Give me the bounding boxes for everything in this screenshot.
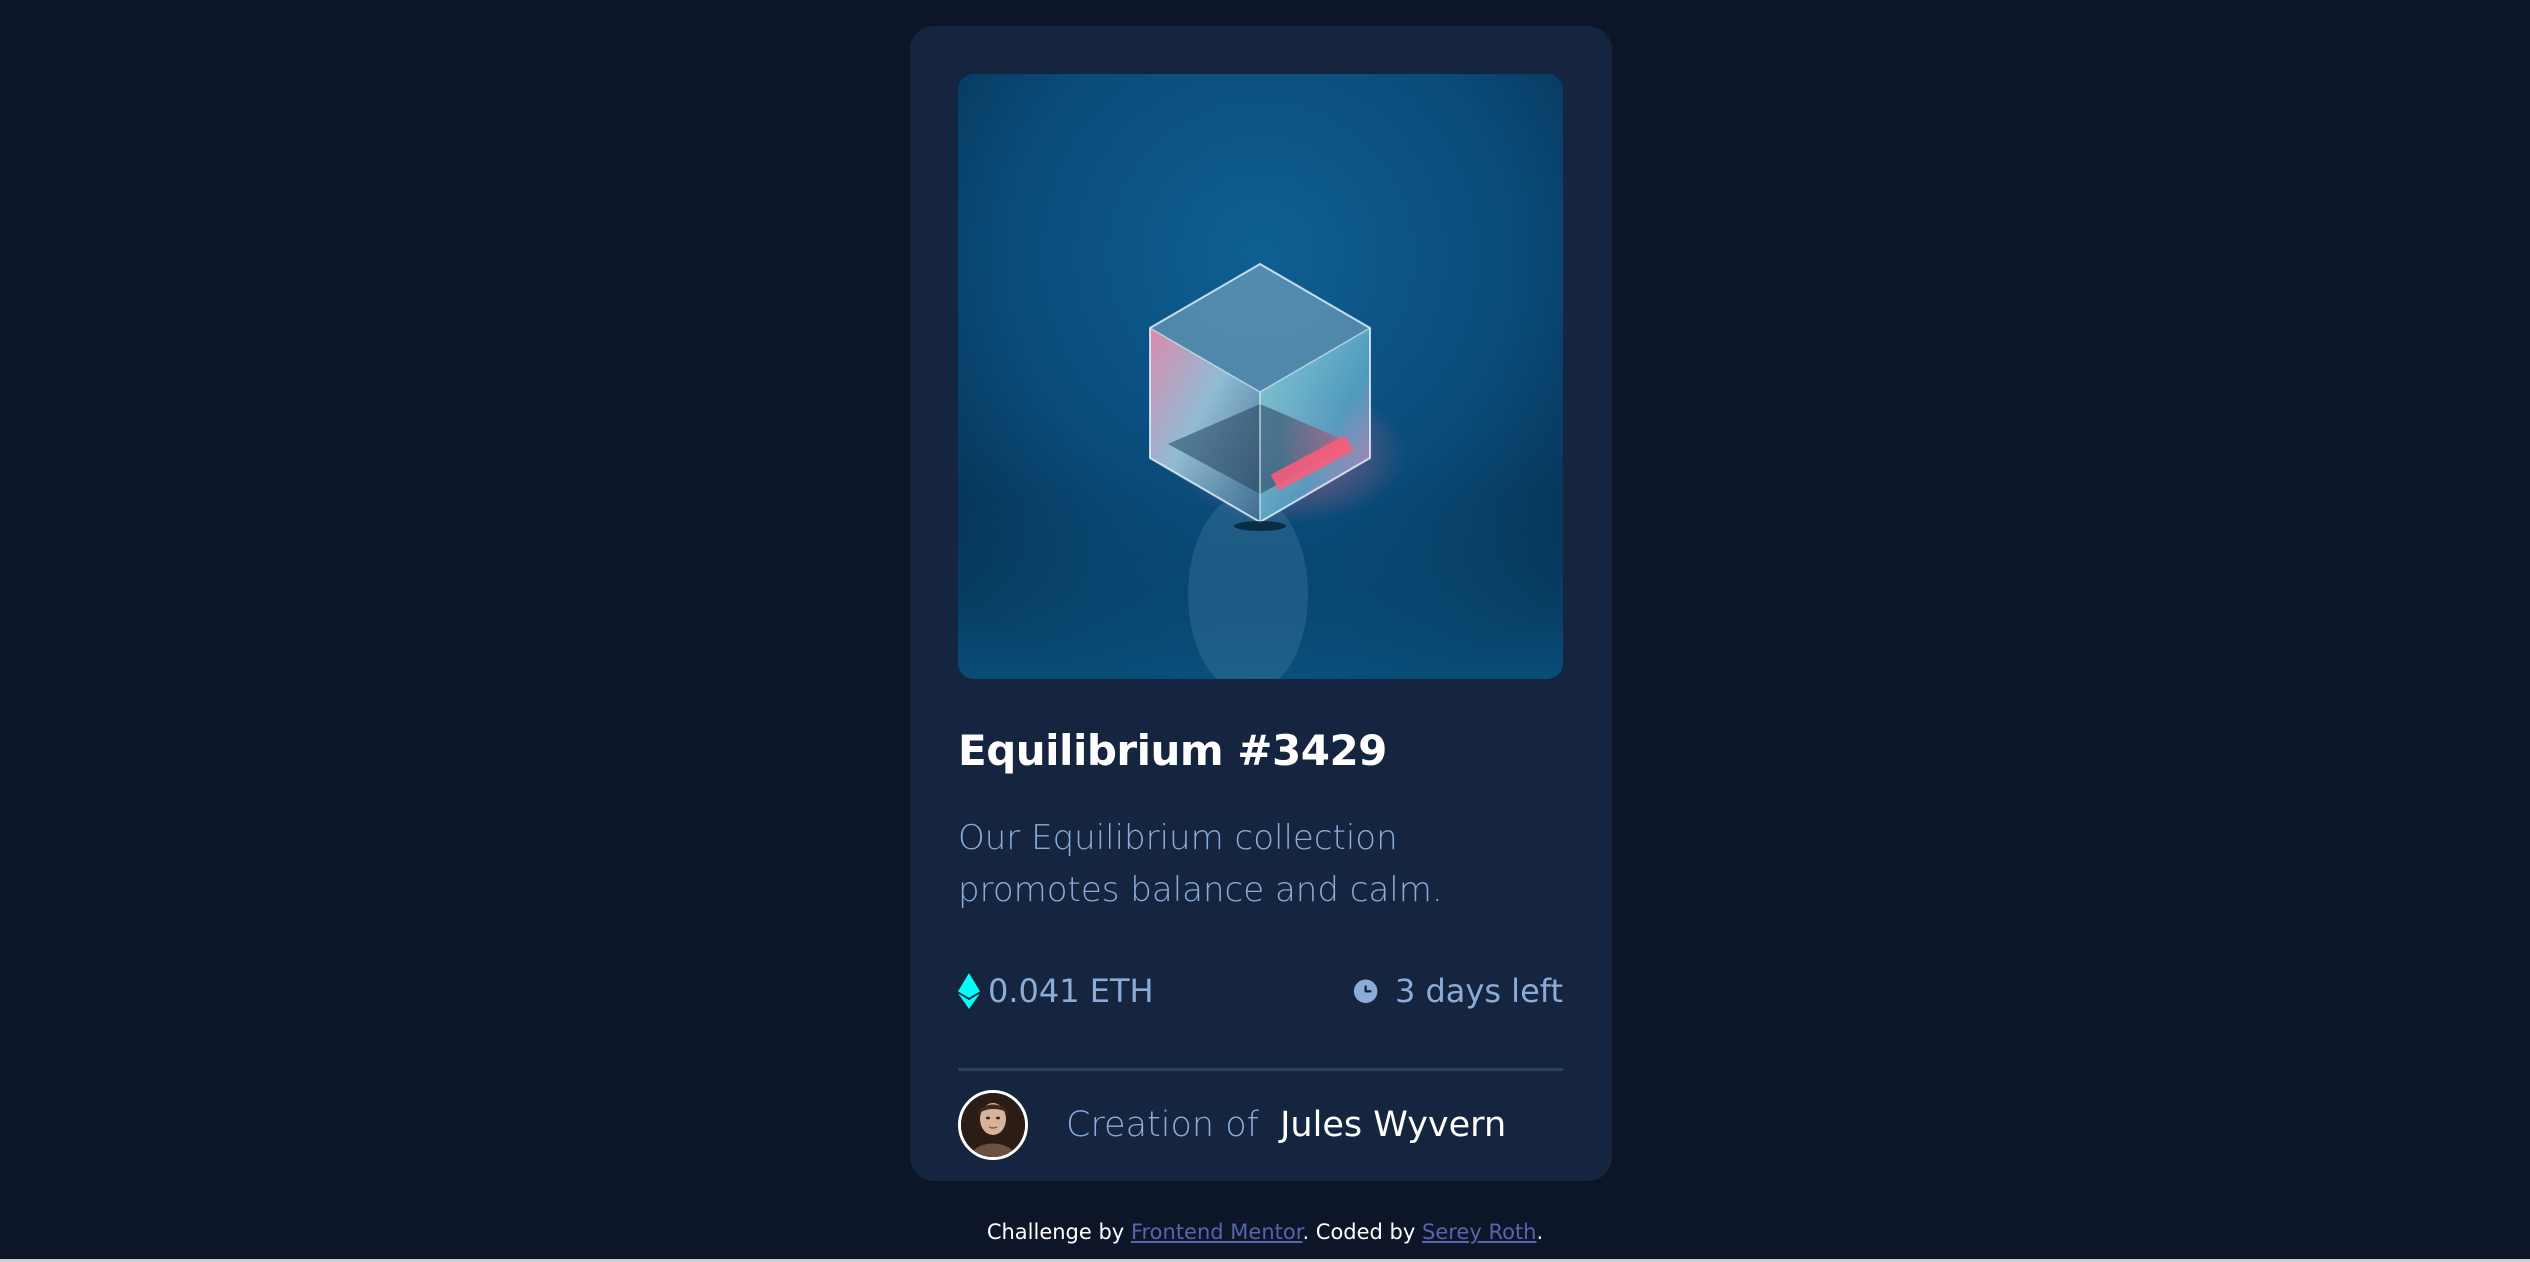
nft-preview-card: Equilibrium #3429 Our Equilibrium collec… xyxy=(910,26,1612,1181)
creator-name-link[interactable]: Jules Wyvern xyxy=(1280,1105,1506,1145)
attribution: Challenge by Frontend Mentor. Coded by S… xyxy=(0,1220,2530,1244)
clock-icon xyxy=(1353,979,1378,1004)
price-value: 0.041 ETH xyxy=(988,972,1154,1010)
avatar xyxy=(958,1090,1028,1160)
creator: Creation of Jules Wyvern xyxy=(958,1089,1506,1161)
ethereum-icon xyxy=(958,973,980,1009)
attribution-suffix: . xyxy=(1536,1220,1544,1244)
avatar-portrait xyxy=(961,1093,1025,1157)
time-left: 3 days left xyxy=(1351,972,1563,1010)
creator-prefix: Creation of xyxy=(1066,1105,1259,1145)
coder-link[interactable]: Serey Roth xyxy=(1422,1220,1537,1244)
nft-title[interactable]: Equilibrium #3429 xyxy=(958,726,1387,775)
attribution-prefix: Challenge by xyxy=(986,1220,1125,1244)
divider xyxy=(958,1068,1563,1071)
nft-stats: 0.041 ETH 3 days left xyxy=(958,972,1563,1022)
attribution-middle: . Coded by xyxy=(1302,1220,1416,1244)
frontend-mentor-link[interactable]: Frontend Mentor xyxy=(1131,1220,1303,1244)
nft-description: Our Equilibrium collection promotes bala… xyxy=(958,818,1443,910)
price: 0.041 ETH xyxy=(958,972,1154,1010)
nft-image[interactable] xyxy=(958,74,1563,679)
creator-text: Creation of Jules Wyvern xyxy=(1066,1105,1506,1145)
time-left-value: 3 days left xyxy=(1394,972,1563,1010)
crystal-cube-illustration xyxy=(958,74,1563,679)
